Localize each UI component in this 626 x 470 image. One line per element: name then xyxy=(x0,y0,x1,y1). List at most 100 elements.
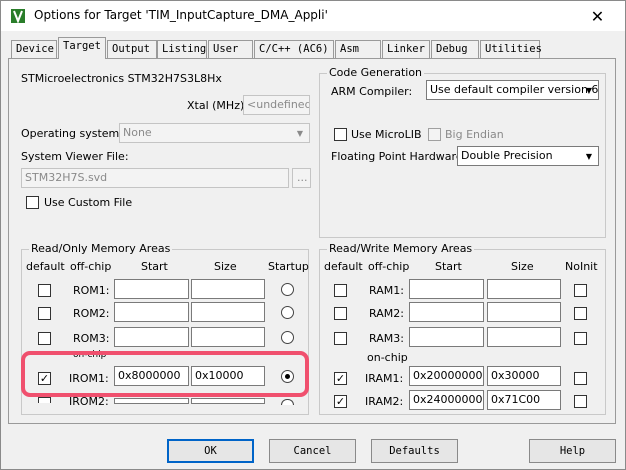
svd-browse-button[interactable]: ... xyxy=(292,168,311,188)
ok-button[interactable]: OK xyxy=(167,439,254,463)
rom3-start-input[interactable] xyxy=(114,327,189,347)
os-value: None xyxy=(123,126,152,139)
window-title: Options for Target 'TIM_InputCapture_DMA… xyxy=(34,8,328,22)
irom2-size-input[interactable] xyxy=(191,398,265,404)
tab-asm[interactable]: Asm xyxy=(335,40,381,58)
use-custom-file-label: Use Custom File xyxy=(44,196,133,209)
rom1-start-input[interactable] xyxy=(114,279,189,299)
device-name: STMicroelectronics STM32H7S3L8Hx xyxy=(21,72,222,85)
microlib-label: Use MicroLIB xyxy=(351,128,422,141)
fpu-value: Double Precision xyxy=(461,149,553,162)
rom-header-default: default xyxy=(26,260,65,273)
iram2-size-input[interactable]: 0x71C00 xyxy=(487,390,561,410)
irom2-start-input[interactable] xyxy=(114,398,189,404)
rom-header-startup: Startup xyxy=(268,260,309,273)
tab-utilities[interactable]: Utilities xyxy=(480,40,542,58)
ram1-size-input[interactable] xyxy=(487,279,561,299)
chevron-down-icon: ▼ xyxy=(585,151,593,161)
ram2-noinit-checkbox[interactable] xyxy=(574,307,587,320)
irom2-startup-radio[interactable] xyxy=(281,399,294,405)
tab-device[interactable]: Device xyxy=(11,40,57,58)
rom-header-offchip: off-chip xyxy=(70,260,112,273)
ram1-default-checkbox[interactable] xyxy=(334,284,347,297)
os-select[interactable]: None ▼ xyxy=(119,123,310,143)
rom2-startup-radio[interactable] xyxy=(281,306,294,319)
tab-output[interactable]: Output xyxy=(107,40,157,58)
ram3-start-input[interactable] xyxy=(409,327,484,347)
rom1-startup-radio[interactable] xyxy=(281,283,294,296)
ram-header-default: default xyxy=(324,260,363,273)
tab-debug[interactable]: Debug xyxy=(431,40,479,58)
use-custom-file-checkbox[interactable] xyxy=(26,196,39,209)
ram-header-offchip: off-chip xyxy=(368,260,410,273)
ram1-noinit-checkbox[interactable] xyxy=(574,284,587,297)
ram-header-start: Start xyxy=(435,260,462,273)
ram1-start-input[interactable] xyxy=(409,279,484,299)
svd-input[interactable]: STM32H7S.svd xyxy=(21,168,289,188)
iram1-noinit-checkbox[interactable] xyxy=(574,372,587,385)
title-bar: Options for Target 'TIM_InputCapture_DMA… xyxy=(1,1,625,31)
os-label: Operating system: xyxy=(21,127,123,140)
ram2-start-input[interactable] xyxy=(409,302,484,322)
rom3-startup-radio[interactable] xyxy=(281,331,294,344)
fpu-select[interactable]: Double Precision ▼ xyxy=(457,146,599,166)
ram2-size-input[interactable] xyxy=(487,302,561,322)
iram2-default-checkbox[interactable]: ✓ xyxy=(334,395,347,408)
fpu-label: Floating Point Hardware: xyxy=(331,150,467,163)
defaults-button[interactable]: Defaults xyxy=(371,439,458,463)
tab-listing[interactable]: Listing xyxy=(157,40,207,58)
irom2-default-checkbox[interactable] xyxy=(38,397,51,403)
ram-header-size: Size xyxy=(511,260,534,273)
keil-app-icon xyxy=(11,9,25,24)
rom2-size-input[interactable] xyxy=(191,302,265,322)
xtal-label: Xtal (MHz): xyxy=(187,99,248,112)
rom-header-size: Size xyxy=(214,260,237,273)
iram2-noinit-checkbox[interactable] xyxy=(574,395,587,408)
ram-areas-title: Read/Write Memory Areas xyxy=(327,242,475,255)
tab-target[interactable]: Target xyxy=(58,37,106,59)
rom1-label: ROM1: xyxy=(73,284,110,297)
tab-user[interactable]: User xyxy=(208,40,253,58)
code-generation-title: Code Generation xyxy=(327,66,425,79)
iram2-label: IRAM2: xyxy=(365,395,404,408)
rom-areas-title: Read/Only Memory Areas xyxy=(29,242,173,255)
ram-header-noinit: NoInit xyxy=(565,260,598,273)
ram3-noinit-checkbox[interactable] xyxy=(574,332,587,345)
rom2-start-input[interactable] xyxy=(114,302,189,322)
arm-compiler-select[interactable]: Use default compiler version 6 ▼ xyxy=(426,80,599,100)
rom3-size-input[interactable] xyxy=(191,327,265,347)
rom3-label: ROM3: xyxy=(73,332,110,345)
rom2-default-checkbox[interactable] xyxy=(38,307,51,320)
options-dialog: Options for Target 'TIM_InputCapture_DMA… xyxy=(0,0,626,470)
cancel-button[interactable]: Cancel xyxy=(269,439,356,463)
tab-linker[interactable]: Linker xyxy=(382,40,430,58)
iram1-size-input[interactable]: 0x30000 xyxy=(487,366,561,386)
iram1-start-input[interactable]: 0x20000000 xyxy=(409,366,484,386)
iram1-label: IRAM1: xyxy=(365,372,404,385)
rom1-default-checkbox[interactable] xyxy=(38,284,51,297)
arm-compiler-label: ARM Compiler: xyxy=(331,85,413,98)
big-endian-checkbox[interactable] xyxy=(428,128,441,141)
help-button[interactable]: Help xyxy=(529,439,616,463)
chevron-down-icon: ▼ xyxy=(585,85,593,95)
iram1-default-checkbox[interactable]: ✓ xyxy=(334,372,347,385)
ram3-label: RAM3: xyxy=(369,332,404,345)
ram2-default-checkbox[interactable] xyxy=(334,307,347,320)
big-endian-label: Big Endian xyxy=(445,128,504,141)
chevron-down-icon: ▼ xyxy=(296,128,304,138)
xtal-input[interactable]: <undefined> xyxy=(243,95,310,115)
iram2-start-input[interactable]: 0x24000000 xyxy=(409,390,484,410)
close-button[interactable]: ✕ xyxy=(570,1,625,31)
tab-c-cpp[interactable]: C/C++ (AC6) xyxy=(254,40,334,58)
arm-compiler-value: Use default compiler version 6 xyxy=(430,83,599,96)
ram3-default-checkbox[interactable] xyxy=(334,332,347,345)
microlib-checkbox[interactable] xyxy=(334,128,347,141)
rom3-default-checkbox[interactable] xyxy=(38,332,51,345)
rom-header-start: Start xyxy=(141,260,168,273)
rom1-size-input[interactable] xyxy=(191,279,265,299)
ram1-label: RAM1: xyxy=(369,284,404,297)
svd-label: System Viewer File: xyxy=(21,150,129,163)
rom2-label: ROM2: xyxy=(73,307,110,320)
ram3-size-input[interactable] xyxy=(487,327,561,347)
close-icon: ✕ xyxy=(590,6,605,26)
